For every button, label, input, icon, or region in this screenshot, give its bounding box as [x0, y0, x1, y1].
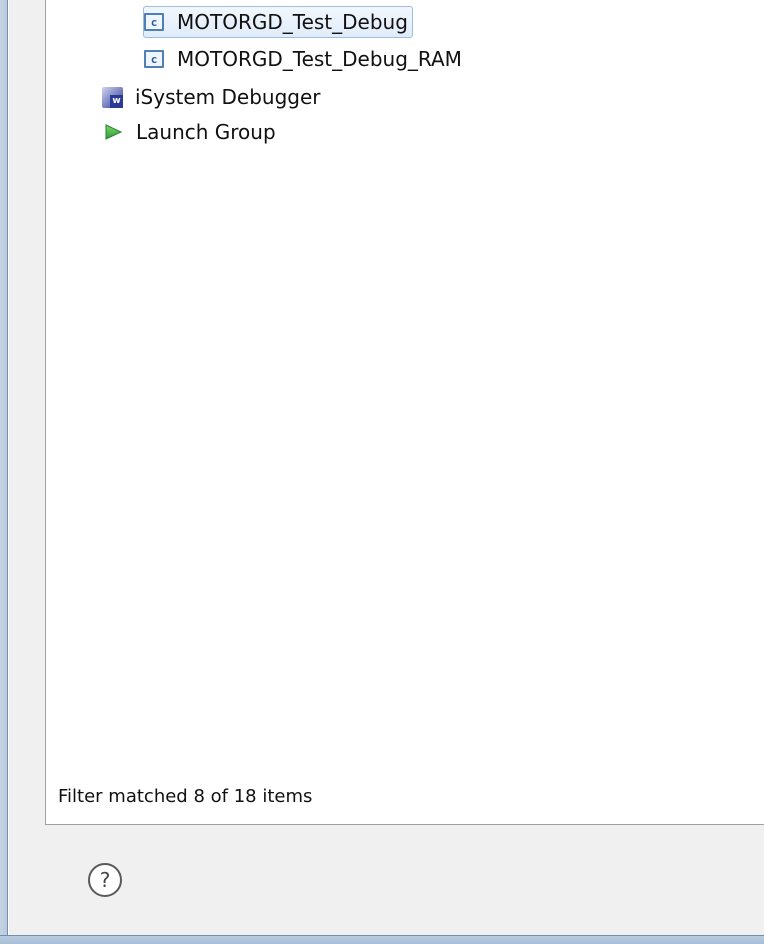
svg-text:?: ? — [100, 868, 111, 892]
tree-item-label: MOTORGD_Test_Debug_RAM — [177, 47, 462, 71]
launch-configuration-dialog: c MOTORGD_Test_Debug c MOTORGD_Test_Debu… — [8, 0, 764, 935]
tree-item-label: MOTORGD_Test_Debug — [177, 10, 408, 34]
tree-item-label: iSystem Debugger — [135, 85, 321, 109]
launch-group-icon — [105, 124, 123, 140]
window-frame-left — [0, 0, 8, 935]
launch-configuration-tree[interactable]: c MOTORGD_Test_Debug c MOTORGD_Test_Debu… — [45, 0, 764, 825]
tree-item-motorgd-test-debug-ram[interactable]: c MOTORGD_Test_Debug_RAM — [144, 44, 466, 74]
c-config-icon: c — [144, 13, 164, 31]
tree-item-isystem-debugger[interactable]: w iSystem Debugger — [102, 82, 325, 112]
isystem-debugger-icon: w — [102, 86, 123, 108]
tree-item-motorgd-test-debug[interactable]: c MOTORGD_Test_Debug — [143, 6, 413, 38]
filter-status-text: Filter matched 8 of 18 items — [58, 786, 313, 807]
tree-item-label: Launch Group — [136, 120, 276, 144]
tree-item-launch-group[interactable]: Launch Group — [102, 117, 280, 147]
c-config-icon: c — [144, 50, 164, 68]
help-icon[interactable]: ? — [85, 860, 125, 900]
